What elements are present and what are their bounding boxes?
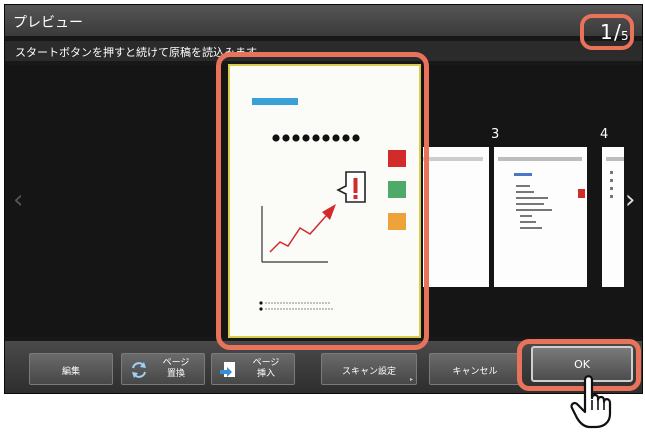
chevron-right-icon[interactable]: › [625,185,635,215]
hand-pointer-icon [570,375,612,429]
cancel-button[interactable]: キャンセル [429,353,521,385]
page-replace-label: ページ 置換 [162,358,190,379]
scan-settings-label: スキャン設定 [341,367,396,377]
page-insert-icon [220,362,235,377]
page-insert-label: ページ 挿入 [252,358,280,379]
page-thumbnail-4[interactable] [602,147,624,287]
page-4-content [606,157,624,198]
ok-button-label: OK [574,358,590,371]
selected-page-highlight [216,52,429,350]
current-page-number: 1 [600,20,613,44]
scan-settings-button[interactable]: スキャン設定 ▸ [321,353,417,385]
page-insert-button[interactable]: ページ 挿入 [211,353,295,385]
page-thumbnail-3[interactable] [494,147,587,287]
title-bar: プレビュー [5,5,642,36]
window-title: プレビュー [13,15,83,31]
page-3-content [498,157,585,229]
page-replace-button[interactable]: ページ 置換 [121,353,205,385]
page-separator: / [614,20,621,44]
chevron-left-icon[interactable]: ‹ [13,185,23,215]
page-indicator: 1 / 5 [580,14,634,50]
total-pages: 5 [621,29,629,43]
cancel-button-label: キャンセル [452,367,498,377]
page-thumbnail-2[interactable] [423,147,489,287]
edit-button-label: 編集 [61,367,80,377]
page-replace-icon [132,362,146,378]
page-number-4: 4 [600,127,609,142]
page-number-3: 3 [491,127,500,142]
submenu-indicator-icon: ▸ [409,376,413,383]
edit-button[interactable]: 編集 [29,353,113,385]
